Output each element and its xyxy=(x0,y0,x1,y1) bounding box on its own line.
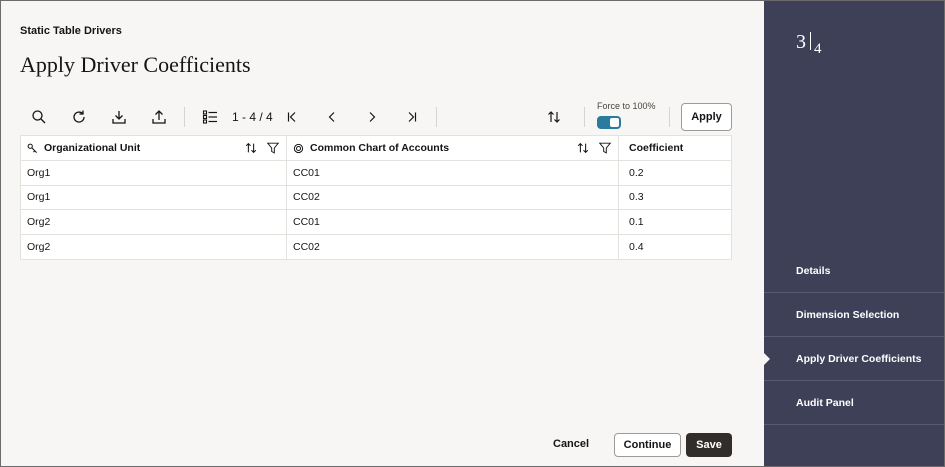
step-list: Details Dimension Selection Apply Driver… xyxy=(763,249,944,425)
sort-icon xyxy=(548,111,560,123)
force-label: Force to 100% xyxy=(597,101,656,111)
app-frame: Static Table Drivers Apply Driver Coeffi… xyxy=(0,0,945,467)
next-page-icon xyxy=(369,112,376,122)
step-label: Dimension Selection xyxy=(796,308,900,321)
current-step-number: 3 xyxy=(796,31,806,53)
force-to-100-toggle[interactable] xyxy=(597,116,621,129)
column-header-chart-of-accounts[interactable]: Common Chart of Accounts xyxy=(287,136,619,160)
column-actions xyxy=(576,141,612,155)
main-panel: Static Table Drivers Apply Driver Coeffi… xyxy=(1,1,764,466)
previous-page-icon xyxy=(328,112,335,122)
upload-icon xyxy=(152,110,166,124)
account-cell: CC02 xyxy=(287,185,619,209)
column-header-coefficient[interactable]: Coefficient xyxy=(619,136,731,160)
step-divider xyxy=(810,32,811,50)
key-icon xyxy=(27,143,38,154)
search-button[interactable] xyxy=(27,105,51,129)
previous-page-button[interactable] xyxy=(320,105,344,129)
org-unit-cell: Org2 xyxy=(21,210,287,234)
target-icon xyxy=(293,143,304,154)
toolbar-divider xyxy=(584,107,585,127)
sort-icon[interactable] xyxy=(576,141,590,155)
search-icon xyxy=(32,110,46,124)
account-cell: CC01 xyxy=(287,161,619,185)
refresh-button[interactable] xyxy=(67,105,91,129)
first-page-button[interactable] xyxy=(280,105,304,129)
table-header-row: Organizational Unit Common Chart of Acco… xyxy=(21,136,731,161)
step-item-dimension-selection[interactable]: Dimension Selection xyxy=(764,293,944,337)
column-label: Organizational Unit xyxy=(44,142,141,154)
next-page-button[interactable] xyxy=(360,105,384,129)
table-row[interactable]: Org2 CC01 0.1 xyxy=(21,210,731,235)
coefficient-cell[interactable]: 0.4 xyxy=(619,235,731,260)
sort-button[interactable] xyxy=(542,105,566,129)
step-item-details[interactable]: Details xyxy=(764,249,944,293)
org-unit-cell: Org2 xyxy=(21,234,287,259)
page-eyebrow: Static Table Drivers xyxy=(20,25,122,37)
last-page-icon xyxy=(408,112,417,122)
pager-range: 1 - 4 / 4 xyxy=(232,110,273,124)
toolbar-divider xyxy=(436,107,437,127)
upload-button[interactable] xyxy=(147,105,171,129)
filter-icon[interactable] xyxy=(598,141,612,155)
coefficient-cell[interactable]: 0.3 xyxy=(619,186,731,210)
download-icon xyxy=(112,111,126,124)
column-label: Common Chart of Accounts xyxy=(310,142,450,154)
toggle-knob xyxy=(610,118,619,127)
save-button[interactable]: Save xyxy=(686,433,732,457)
table-row[interactable]: Org1 CC01 0.2 xyxy=(21,161,731,186)
org-unit-cell: Org1 xyxy=(21,161,287,185)
step-item-apply-driver-coefficients[interactable]: Apply Driver Coefficients xyxy=(763,337,944,381)
step-label: Audit Panel xyxy=(796,396,854,409)
step-counter: 34 xyxy=(796,31,822,57)
step-item-audit-panel[interactable]: Audit Panel xyxy=(764,381,944,425)
toolbar-divider xyxy=(669,107,670,127)
page-title: Apply Driver Coefficients xyxy=(20,52,251,77)
download-button[interactable] xyxy=(107,105,131,129)
first-page-icon xyxy=(287,112,296,122)
step-label: Apply Driver Coefficients xyxy=(796,352,922,365)
step-label: Details xyxy=(796,264,831,277)
step-sidebar: 34 Details Dimension Selection Apply Dri… xyxy=(763,1,944,466)
account-cell: CC02 xyxy=(287,234,619,259)
refresh-icon xyxy=(73,110,85,123)
apply-button[interactable]: Apply xyxy=(681,103,732,131)
list-icon xyxy=(202,110,217,124)
last-page-button[interactable] xyxy=(400,105,424,129)
table-row[interactable]: Org1 CC02 0.3 xyxy=(21,185,731,210)
coefficients-table: Organizational Unit Common Chart of Acco… xyxy=(20,135,732,260)
column-header-org-unit[interactable]: Organizational Unit xyxy=(21,136,287,160)
coefficient-cell[interactable]: 0.1 xyxy=(619,210,731,234)
table-toolbar: 1 - 4 / 4 Force to 100% Apply xyxy=(20,101,735,133)
continue-button[interactable]: Continue xyxy=(614,433,681,457)
coefficient-cell[interactable]: 0.2 xyxy=(619,161,731,185)
list-view-button[interactable] xyxy=(198,105,222,129)
column-actions xyxy=(244,141,280,155)
sort-icon[interactable] xyxy=(244,141,258,155)
cancel-button[interactable]: Cancel xyxy=(553,438,589,450)
account-cell: CC01 xyxy=(287,210,619,234)
toolbar-divider xyxy=(184,107,185,127)
org-unit-cell: Org1 xyxy=(21,185,287,209)
filter-icon[interactable] xyxy=(266,141,280,155)
total-steps-number: 4 xyxy=(814,41,822,57)
table-row[interactable]: Org2 CC02 0.4 xyxy=(21,234,731,260)
